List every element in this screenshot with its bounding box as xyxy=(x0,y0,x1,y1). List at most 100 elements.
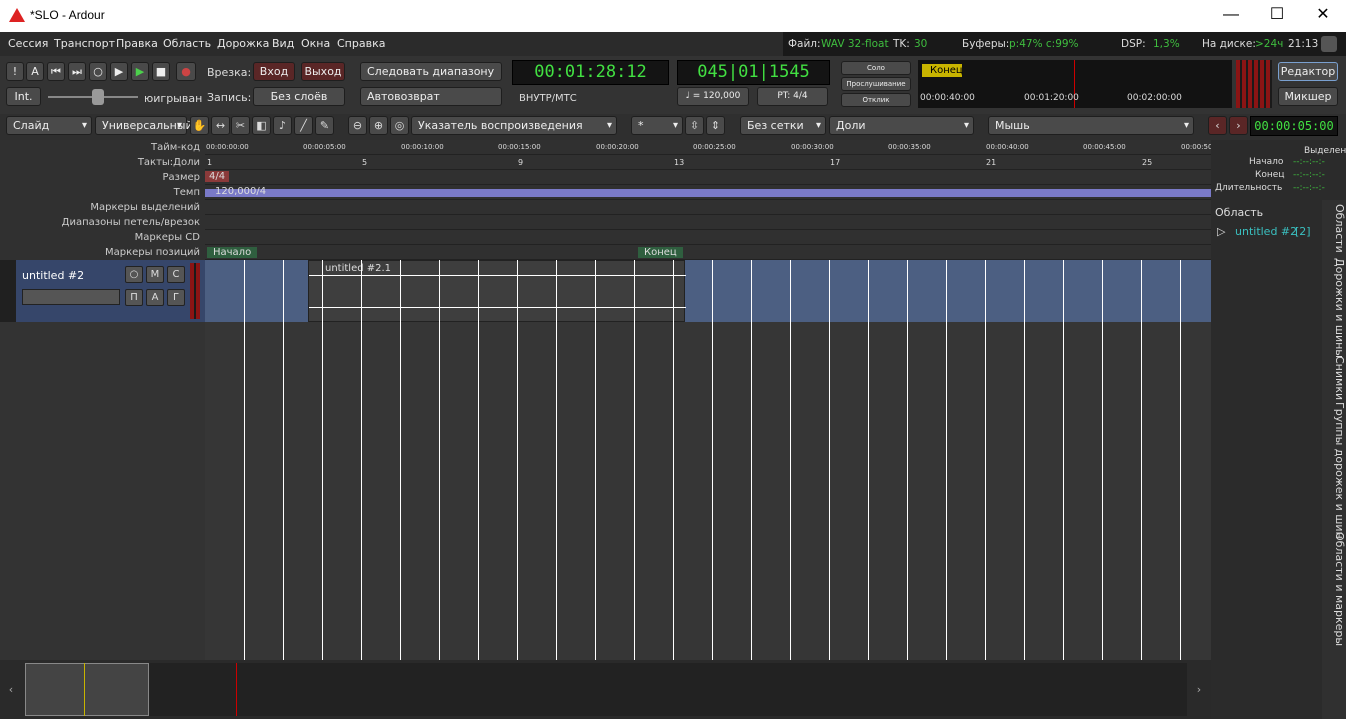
grab-tool-icon[interactable]: ✋ xyxy=(190,116,209,135)
tempo-ruler[interactable]: 120,000/4 xyxy=(205,185,1211,200)
stretch-tool-icon[interactable]: ◧ xyxy=(252,116,271,135)
mixer-button[interactable]: Микшер xyxy=(1278,87,1338,106)
menu-transport[interactable]: Транспорт xyxy=(54,37,115,50)
play-icon[interactable]: ▶ xyxy=(131,62,149,81)
end-marker[interactable]: Конец xyxy=(638,247,683,258)
cd-ruler[interactable] xyxy=(205,230,1211,245)
menu-session[interactable]: Сессия xyxy=(8,37,48,50)
stop-icon[interactable]: ■ xyxy=(152,62,170,81)
zoom-in-icon[interactable]: ⊕ xyxy=(369,116,388,135)
menu-help[interactable]: Справка xyxy=(337,37,385,50)
tempo-marker[interactable]: 120,000/4 xyxy=(215,186,266,197)
punch-out-button[interactable]: Выход xyxy=(301,62,345,81)
grid-line xyxy=(790,260,791,660)
audition-button[interactable]: Прослушивание xyxy=(841,77,911,91)
bbt-ruler[interactable]: 1 5 9 13 17 21 25 xyxy=(205,155,1211,170)
meter-display[interactable]: PT: 4/4 xyxy=(757,87,828,106)
editor-summary[interactable]: ‹ › xyxy=(0,660,1211,719)
tab-snapshots[interactable]: Снимки xyxy=(1322,356,1346,400)
record-mode-dropdown[interactable]: Без слоёв xyxy=(253,87,345,106)
auto-return-button[interactable]: Автовозврат xyxy=(360,87,502,106)
summary-left-arrow-icon[interactable]: ‹ xyxy=(0,663,22,716)
play-range-icon[interactable]: ▶ xyxy=(110,62,128,81)
int-sync-button[interactable]: Int. xyxy=(6,87,41,106)
solo-button[interactable]: Соло xyxy=(841,61,911,75)
cut-tool-icon[interactable]: ✂ xyxy=(231,116,250,135)
audio-region[interactable]: untitled #2.1 xyxy=(308,260,686,322)
grid-line xyxy=(517,260,518,660)
menu-region[interactable]: Область xyxy=(163,37,211,50)
loop-icon[interactable]: ○ xyxy=(89,62,107,81)
summary-view[interactable] xyxy=(25,663,1187,716)
editor-canvas[interactable]: untitled #2.1 xyxy=(205,260,1211,660)
feedback-button[interactable]: Отклик xyxy=(841,93,911,107)
follow-range-button[interactable]: Следовать диапазону xyxy=(360,62,502,81)
meter-marker[interactable]: 4/4 xyxy=(205,171,230,182)
shuttle-knob[interactable] xyxy=(92,89,104,105)
goto-start-icon[interactable]: ⏮ xyxy=(47,62,65,81)
menu-view[interactable]: Вид xyxy=(272,37,294,50)
audition-tool-icon[interactable]: ♪ xyxy=(273,116,292,135)
expand-icon[interactable]: ▷ xyxy=(1217,225,1225,238)
mouse-mode-dropdown[interactable]: Мышь xyxy=(988,116,1194,135)
panic-icon[interactable]: ! xyxy=(6,62,24,81)
editor-button[interactable]: Редактор xyxy=(1278,62,1338,81)
nudge-forward-icon[interactable]: › xyxy=(1229,116,1248,135)
start-marker[interactable]: Начало xyxy=(207,247,258,258)
range-tool-icon[interactable]: ↔ xyxy=(211,116,230,135)
track-group-button[interactable]: Г xyxy=(167,289,185,306)
content-tool-icon[interactable]: ✎ xyxy=(315,116,334,135)
mini-timeline[interactable]: Конец 00:00:40:00 00:01:20:00 00:02:00:0… xyxy=(918,60,1232,108)
punch-in-button[interactable]: Вход xyxy=(253,62,295,81)
record-icon[interactable]: ● xyxy=(176,62,196,81)
nudge-clock[interactable]: 00:00:05:00 xyxy=(1250,116,1338,136)
track-playlist-button[interactable]: П xyxy=(125,289,143,306)
loop-ruler[interactable] xyxy=(205,215,1211,230)
location-ruler[interactable]: Начало Конец xyxy=(205,245,1211,260)
expand-tracks-icon[interactable]: ⇕ xyxy=(706,116,725,135)
track-header[interactable]: untitled #2 ○ М С П А Г xyxy=(0,260,205,322)
track-automation-button[interactable]: А xyxy=(146,289,164,306)
range-ruler[interactable] xyxy=(205,200,1211,215)
minimize-button[interactable]: — xyxy=(1208,0,1254,32)
track-fader[interactable] xyxy=(22,289,120,305)
tempo-display[interactable]: ♩ = 120,000 xyxy=(677,87,749,106)
meter-ruler[interactable]: 4/4 xyxy=(205,170,1211,185)
nudge-dropdown[interactable]: * xyxy=(631,116,683,135)
edit-point-dropdown[interactable]: Указатель воспроизведения xyxy=(411,116,617,135)
primary-clock[interactable]: 00:01:28:12 xyxy=(512,60,669,85)
track-solo-button[interactable]: С xyxy=(167,266,185,283)
metronome-icon[interactable]: A xyxy=(26,62,44,81)
close-button[interactable]: ✕ xyxy=(1300,0,1346,32)
ripple-mode-dropdown[interactable]: Универсальный xyxy=(95,116,193,135)
tab-regions[interactable]: Области xyxy=(1322,204,1346,253)
track-mute-button[interactable]: М xyxy=(146,266,164,283)
track-name[interactable]: untitled #2 xyxy=(22,269,84,282)
edit-mode-dropdown[interactable]: Слайд xyxy=(6,116,92,135)
menu-windows[interactable]: Окна xyxy=(301,37,330,50)
shrink-tracks-icon[interactable]: ⇳ xyxy=(685,116,704,135)
nudge-back-icon[interactable]: ‹ xyxy=(1208,116,1227,135)
track-record-button[interactable]: ○ xyxy=(125,266,143,283)
summary-viewport[interactable] xyxy=(25,663,149,716)
zoom-session-icon[interactable]: ◎ xyxy=(390,116,409,135)
track-color-bar xyxy=(0,260,16,322)
summary-right-arrow-icon[interactable]: › xyxy=(1189,663,1209,716)
goto-end-icon[interactable]: ⏭ xyxy=(68,62,86,81)
maximize-button[interactable]: ☐ xyxy=(1254,0,1300,32)
grid-dropdown[interactable]: Без сетки xyxy=(740,116,826,135)
secondary-clock[interactable]: 045|01|1545 xyxy=(677,60,830,85)
timecode-ruler[interactable]: 00:00:00:00 00:00:05:00 00:00:10:00 00:0… xyxy=(205,140,1212,155)
sel-start-label: Начало xyxy=(1249,157,1284,167)
draw-tool-icon[interactable]: ╱ xyxy=(294,116,313,135)
zoom-out-icon[interactable]: ⊖ xyxy=(348,116,367,135)
menu-edit[interactable]: Правка xyxy=(116,37,158,50)
tab-track-groups[interactable]: Группы дорожек и шин xyxy=(1322,402,1346,539)
grid-line xyxy=(868,260,869,660)
grid-type-dropdown[interactable]: Доли xyxy=(829,116,974,135)
grid-line xyxy=(907,260,908,660)
menu-track[interactable]: Дорожка xyxy=(217,37,269,50)
tab-tracks-busses[interactable]: Дорожки и шины xyxy=(1322,258,1346,358)
tab-ranges-marks[interactable]: Области и маркеры xyxy=(1322,532,1346,646)
region-list-item[interactable]: untitled #2 xyxy=(1235,225,1297,238)
